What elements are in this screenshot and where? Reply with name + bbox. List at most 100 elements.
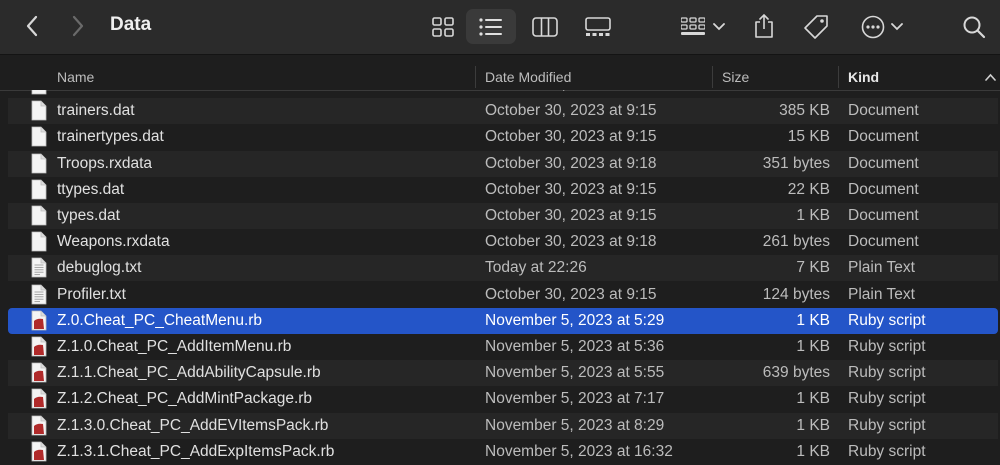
file-kind: Document xyxy=(848,207,919,224)
search-button[interactable] xyxy=(960,13,988,41)
file-name: Z.1.0.Cheat_PC_AddItemMenu.rb xyxy=(57,338,292,355)
forward-button[interactable] xyxy=(66,12,90,40)
file-kind: Document xyxy=(848,102,919,120)
table-row[interactable]: Z.1.3.0.Cheat_PC_AddEVItemsPack.rb Novemb… xyxy=(8,412,998,439)
table-row[interactable]: Z.1.1.Cheat_PC_AddAbilityCapsule.rb Novem… xyxy=(8,360,998,387)
file-kind: Plain Text xyxy=(848,259,915,277)
chevron-right-icon xyxy=(72,15,84,37)
file-kind: Ruby script xyxy=(848,338,926,355)
document-icon xyxy=(31,205,47,226)
group-button[interactable] xyxy=(677,13,729,41)
table-row[interactable]: Z.1.0.Cheat_PC_AddItemMenu.rb November 5,… xyxy=(8,334,998,360)
date-modified: November 5, 2023 at 16:32 xyxy=(485,442,673,460)
table-row[interactable]: trainers.dat October 30, 2023 at 9:15 385 … xyxy=(8,98,998,125)
back-button[interactable] xyxy=(20,12,44,40)
file-name: Z.0.Cheat_PC_CheatMenu.rb xyxy=(57,311,263,329)
file-name: ttypes.dat xyxy=(57,180,125,198)
file-size: 351 bytes xyxy=(762,154,830,172)
column-header-size[interactable]: Size xyxy=(722,69,749,85)
chevron-down-icon xyxy=(891,23,903,31)
tag-button[interactable] xyxy=(800,11,832,43)
file-size: 1 KB xyxy=(796,442,830,460)
search-icon xyxy=(963,16,986,39)
document-icon xyxy=(31,153,47,173)
ruby-file-icon xyxy=(31,415,47,435)
file-size: 1 KB xyxy=(796,416,830,434)
document-icon xyxy=(31,231,47,252)
chevron-left-icon xyxy=(26,15,38,37)
file-size: 1 KB xyxy=(796,207,830,224)
file-name: Z.1.2.Cheat_PC_AddMintPackage.rb xyxy=(57,390,313,408)
gallery-view-icon xyxy=(585,16,611,36)
file-name: Z.1.3.0.Cheat_PC_AddEVItemsPack.rb xyxy=(57,416,329,434)
file-kind: Ruby script xyxy=(848,416,926,434)
file-kind: Ruby script xyxy=(848,390,926,408)
table-row[interactable]: ttypes.dat October 30, 2023 at 9:15 22 KB D… xyxy=(8,177,998,203)
table-row[interactable]: debuglog.txt Today at 22:26 7 KB Plain Text xyxy=(8,255,998,282)
column-divider[interactable] xyxy=(475,66,476,88)
file-kind: Plain Text xyxy=(848,285,915,303)
table-row-selected[interactable]: Z.0.Cheat_PC_CheatMenu.rb November 5, 202… xyxy=(8,307,998,334)
file-name: trainers.dat xyxy=(57,102,135,120)
table-row[interactable]: trainerlists.dat October 30, 2023 at 9:15… xyxy=(8,90,998,98)
gallery-view-button[interactable] xyxy=(573,9,623,44)
file-size: 22 KB xyxy=(787,180,830,198)
column-view-button[interactable] xyxy=(520,9,570,44)
ruby-file-icon xyxy=(31,336,47,357)
file-kind: Document xyxy=(848,154,919,172)
date-modified: November 5, 2023 at 7:17 xyxy=(485,390,665,408)
icon-view-button[interactable] xyxy=(418,9,468,44)
column-header-name[interactable]: Name xyxy=(57,69,94,85)
table-row[interactable]: types.dat October 30, 2023 at 9:15 1 KB Doc… xyxy=(8,203,998,229)
table-row[interactable]: Troops.rxdata October 30, 2023 at 9:18 351… xyxy=(8,150,998,177)
share-button[interactable] xyxy=(750,10,778,42)
table-row[interactable]: Weapons.rxdata October 30, 2023 at 9:18 26… xyxy=(8,229,998,255)
file-kind: Document xyxy=(848,128,919,146)
file-size: 639 bytes xyxy=(762,364,830,382)
file-name: Profiler.txt xyxy=(57,285,126,303)
date-modified: November 5, 2023 at 5:55 xyxy=(485,364,665,382)
column-header-date[interactable]: Date Modified xyxy=(485,69,571,85)
file-size: 385 KB xyxy=(779,102,830,120)
date-modified: October 30, 2023 at 9:15 xyxy=(485,207,657,224)
file-name: types.dat xyxy=(57,207,120,224)
file-size: 1 KB xyxy=(796,390,830,408)
file-size: 124 bytes xyxy=(762,285,830,303)
more-icon xyxy=(861,15,885,39)
date-modified: October 30, 2023 at 9:15 xyxy=(485,128,657,146)
date-modified: November 5, 2023 at 8:29 xyxy=(485,416,665,434)
file-name: Troops.rxdata xyxy=(57,154,153,172)
table-row[interactable]: Profiler.txt October 30, 2023 at 9:15 124 … xyxy=(8,282,998,308)
date-modified: October 30, 2023 at 9:15 xyxy=(485,180,657,198)
column-divider[interactable] xyxy=(712,66,713,88)
file-kind: Document xyxy=(848,90,919,94)
table-row[interactable]: trainertypes.dat October 30, 2023 at 9:15… xyxy=(8,124,998,150)
date-modified: October 30, 2023 at 9:18 xyxy=(485,233,657,251)
date-modified: Today at 22:26 xyxy=(485,259,587,277)
sort-ascending-icon[interactable] xyxy=(985,73,996,81)
icon-view-icon xyxy=(432,16,454,37)
file-name: debuglog.txt xyxy=(57,259,142,277)
column-header-bar: Name Date Modified Size Kind xyxy=(0,63,1000,91)
date-modified: November 5, 2023 at 5:29 xyxy=(485,311,665,329)
date-modified: October 30, 2023 at 9:15 xyxy=(485,102,657,120)
table-row[interactable]: Z.1.2.Cheat_PC_AddMintPackage.rb November… xyxy=(8,386,998,412)
document-icon xyxy=(31,126,47,147)
ruby-file-icon xyxy=(31,362,47,383)
file-size: 261 bytes xyxy=(762,233,830,251)
column-divider[interactable] xyxy=(838,66,839,88)
file-size: 1 KB xyxy=(796,338,830,355)
file-name: Z.1.3.1.Cheat_PC_AddExpItemsPack.rb xyxy=(57,442,335,460)
column-header-kind[interactable]: Kind xyxy=(848,69,879,85)
ruby-file-icon xyxy=(31,441,47,462)
list-view-button[interactable] xyxy=(466,9,516,44)
text-file-icon xyxy=(31,284,47,304)
file-name: trainerlists.dat xyxy=(57,90,153,94)
share-icon xyxy=(755,13,773,38)
date-modified: October 30, 2023 at 9:15 xyxy=(485,285,657,303)
file-kind: Document xyxy=(848,180,919,198)
more-button[interactable] xyxy=(856,13,908,41)
ruby-file-icon xyxy=(31,388,47,409)
table-row[interactable]: Z.1.3.1.Cheat_PC_AddExpItemsPack.rb Novem… xyxy=(8,439,998,465)
file-name: Weapons.rxdata xyxy=(57,233,170,251)
